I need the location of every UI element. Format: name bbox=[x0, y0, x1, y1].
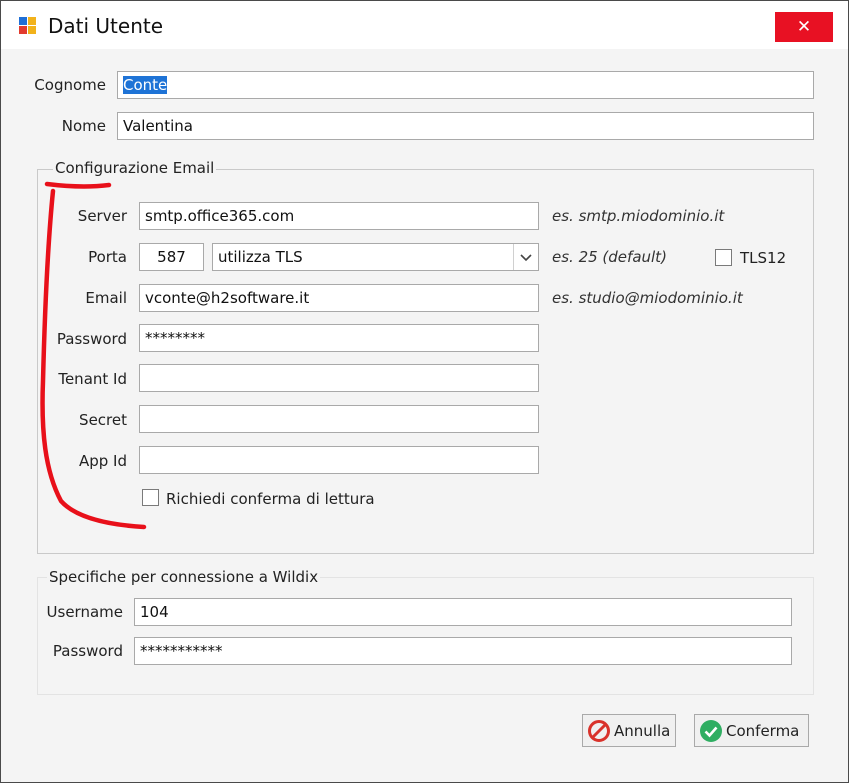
dialog-window: Dati Utente ✕ Cognome Conte Nome Valenti… bbox=[0, 0, 849, 783]
red-annotation-mark bbox=[40, 181, 147, 530]
